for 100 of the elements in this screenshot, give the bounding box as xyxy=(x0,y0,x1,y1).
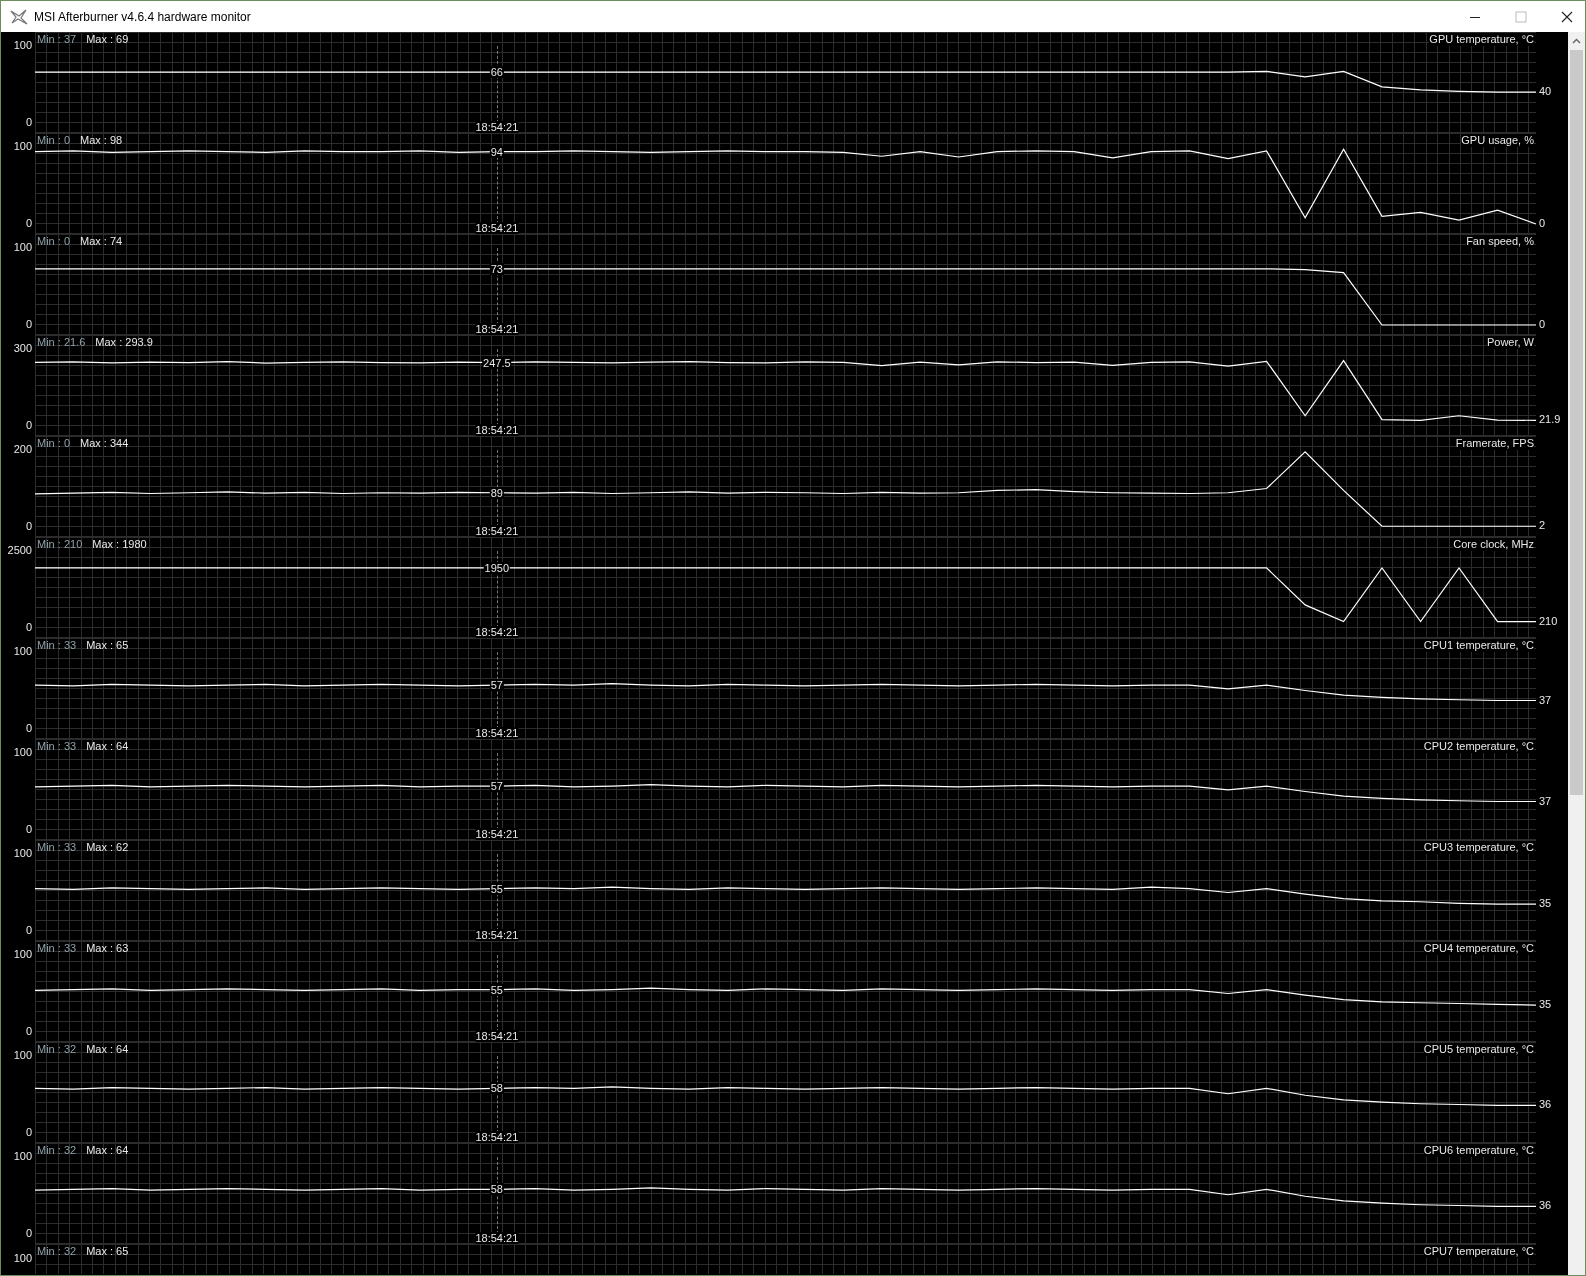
cursor-value: 89 xyxy=(489,486,504,499)
max-label: Max : 69 xyxy=(86,32,129,46)
cursor-value: 55 xyxy=(489,882,504,895)
graph-title: Core clock, MHz xyxy=(1453,537,1534,551)
min-label: Min : 33 xyxy=(37,739,77,753)
graph-title: GPU usage, % xyxy=(1461,133,1534,147)
max-label: Max : 62 xyxy=(86,840,129,854)
scrollbar-thumb[interactable] xyxy=(1570,50,1583,795)
graph-title: CPU2 temperature, °C xyxy=(1423,739,1534,753)
min-label: Min : 210 xyxy=(37,537,83,551)
axis-label: 100 xyxy=(12,847,32,860)
axis-label: 0 xyxy=(24,621,32,634)
max-label: Max : 63 xyxy=(86,941,129,955)
min-label: Min : 0 xyxy=(37,234,70,248)
time-label: 18:54:21 xyxy=(475,1131,519,1143)
cursor-value: 58 xyxy=(489,1082,504,1095)
axis-label: 0 xyxy=(24,1227,32,1240)
current-value: 2 xyxy=(1539,519,1547,533)
axis-label: 2500 xyxy=(6,544,32,557)
max-label: Max : 65 xyxy=(86,638,129,652)
max-label: Max : 1980 xyxy=(92,537,147,551)
min-label: Min : 33 xyxy=(37,840,77,854)
axis-label: 0 xyxy=(24,924,32,937)
axis-label: 100 xyxy=(12,645,32,658)
cursor-value: 66 xyxy=(489,66,504,79)
graph-title: CPU7 temperature, °C xyxy=(1423,1244,1534,1258)
current-value: 210 xyxy=(1539,614,1559,628)
graph-title: CPU3 temperature, °C xyxy=(1423,840,1534,854)
max-label: Max : 74 xyxy=(80,234,123,248)
time-label: 18:54:21 xyxy=(475,121,519,133)
time-label: 18:54:21 xyxy=(475,525,519,537)
time-label: 18:54:21 xyxy=(475,424,519,436)
time-label: 18:54:21 xyxy=(475,1030,519,1042)
cursor-value: 73 xyxy=(489,262,504,275)
current-value: 0 xyxy=(1539,318,1547,331)
current-value: 37 xyxy=(1539,693,1553,707)
max-label: Max : 64 xyxy=(86,1042,129,1056)
cursor-value: 57 xyxy=(489,679,504,692)
graph-title: CPU6 temperature, °C xyxy=(1423,1143,1534,1157)
graph-title: Fan speed, % xyxy=(1466,234,1534,248)
time-label: 18:54:21 xyxy=(475,1232,519,1244)
axis-label: 100 xyxy=(12,241,32,254)
graph-title: Framerate, FPS xyxy=(1455,436,1534,450)
axis-label: 100 xyxy=(12,948,32,961)
min-label: Min : 0 xyxy=(37,133,70,147)
axis-label: 100 xyxy=(12,39,32,52)
graph-title: CPU1 temperature, °C xyxy=(1423,638,1534,652)
current-value: 35 xyxy=(1539,998,1553,1012)
current-value: 35 xyxy=(1539,897,1553,911)
max-label: Max : 293.9 xyxy=(95,335,153,349)
cursor-value: 57 xyxy=(489,780,504,793)
time-label: 18:54:21 xyxy=(475,626,519,638)
time-label: 18:54:21 xyxy=(475,929,519,941)
axis-label: 0 xyxy=(24,419,32,432)
max-label: Max : 64 xyxy=(86,739,129,753)
current-value: 0 xyxy=(1539,217,1547,230)
current-value: 36 xyxy=(1539,1199,1553,1213)
max-label: Max : 64 xyxy=(86,1143,129,1157)
axis-label: 0 xyxy=(24,823,32,836)
min-label: Min : 33 xyxy=(37,941,77,955)
current-value: 21.9 xyxy=(1539,413,1562,427)
graph-title: GPU temperature, °C xyxy=(1429,32,1534,46)
axis-label: 0 xyxy=(24,520,32,533)
time-label: 18:54:21 xyxy=(475,323,519,335)
axis-label: 100 xyxy=(12,1150,32,1163)
cursor-value: 55 xyxy=(489,983,504,996)
max-label: Max : 98 xyxy=(80,133,123,147)
graph-title: CPU5 temperature, °C xyxy=(1423,1042,1534,1056)
min-label: Min : 37 xyxy=(37,32,77,46)
cursor-value: 247.5 xyxy=(482,356,512,369)
current-value: 36 xyxy=(1539,1098,1553,1112)
current-value: 37 xyxy=(1539,794,1553,808)
graph-title: Power, W xyxy=(1486,335,1534,349)
max-label: Max : 65 xyxy=(86,1244,129,1258)
cursor-value: 58 xyxy=(489,1183,504,1196)
min-label: Min : 21.6 xyxy=(37,335,86,349)
axis-label: 0 xyxy=(24,1126,32,1139)
axis-label: 0 xyxy=(24,116,32,129)
axis-label: 100 xyxy=(12,140,32,153)
graph-title: CPU4 temperature, °C xyxy=(1423,941,1534,955)
time-label: 18:54:21 xyxy=(475,828,519,840)
min-label: Min : 32 xyxy=(37,1244,77,1258)
axis-label: 0 xyxy=(24,318,32,331)
max-label: Max : 344 xyxy=(80,436,129,450)
window-title: MSI Afterburner v4.6.4 hardware monitor xyxy=(34,9,251,24)
min-label: Min : 0 xyxy=(37,436,70,450)
scrollbar[interactable] xyxy=(1568,32,1585,1275)
time-label: 18:54:21 xyxy=(475,727,519,739)
axis-label: 100 xyxy=(13,1252,32,1265)
close-icon[interactable] xyxy=(1561,10,1573,23)
axis-label: 200 xyxy=(12,443,32,456)
current-value: 40 xyxy=(1539,85,1553,99)
axis-label: 0 xyxy=(24,1025,32,1038)
cursor-value: 1950 xyxy=(483,561,511,574)
axis-label: 100 xyxy=(12,746,32,759)
min-label: Min : 33 xyxy=(37,638,77,652)
axis-label: 0 xyxy=(24,217,32,230)
min-label: Min : 32 xyxy=(37,1042,77,1056)
cursor-value: 94 xyxy=(489,145,504,158)
time-label: 18:54:21 xyxy=(475,222,519,234)
